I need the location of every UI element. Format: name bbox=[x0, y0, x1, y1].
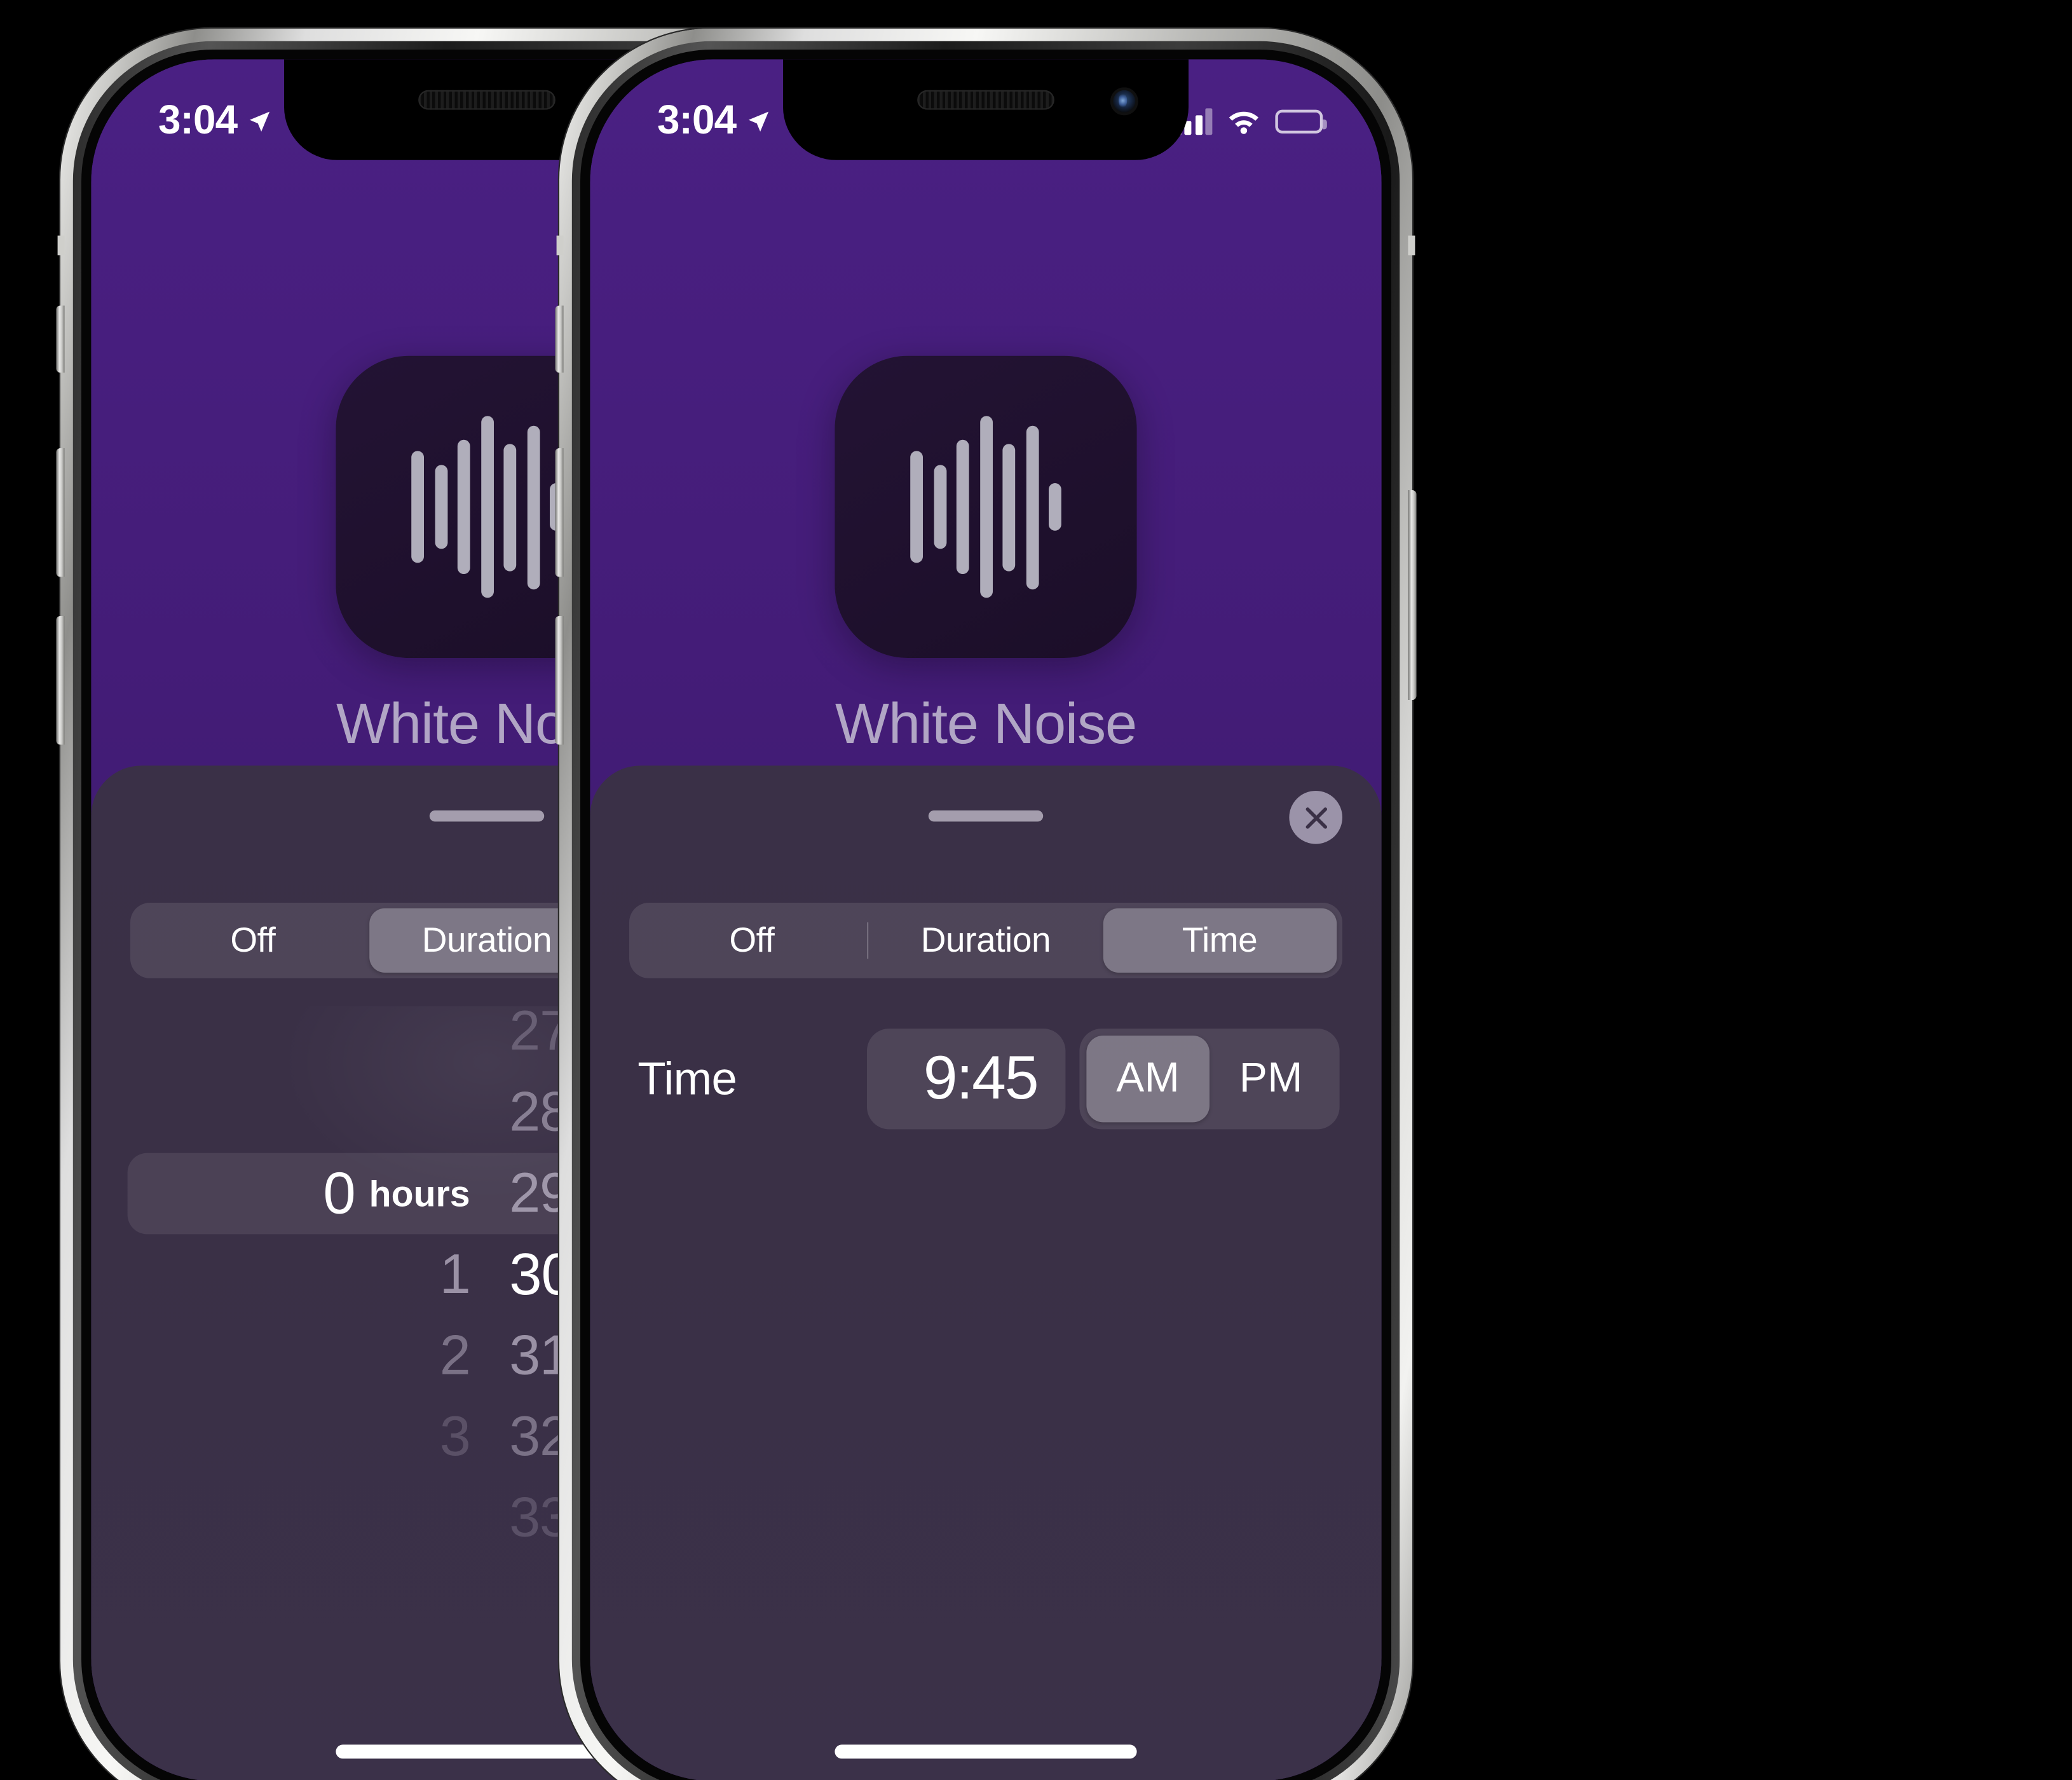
wifi-icon bbox=[1229, 111, 1259, 134]
status-bar-left: 3:04 bbox=[158, 98, 273, 144]
tab-duration-label: Duration bbox=[920, 920, 1051, 960]
picker-row[interactable]: 1 bbox=[91, 1234, 487, 1315]
status-bar-clock: 3:04 bbox=[158, 97, 238, 143]
tab-time-label: Time bbox=[1182, 920, 1258, 960]
location-arrow-icon bbox=[749, 111, 770, 131]
antenna-band bbox=[57, 235, 65, 256]
status-bar-clock: 3:04 bbox=[657, 97, 737, 143]
time-setting-row: Time 9:45 AM PM bbox=[637, 1029, 1340, 1130]
tab-duration[interactable]: Duration bbox=[869, 908, 1103, 973]
tab-off[interactable]: Off bbox=[136, 908, 370, 973]
device-screen-time: 3:04 White Noise Off Duration Time Time … bbox=[590, 59, 1382, 1780]
picker-row-label: 3 bbox=[439, 1405, 471, 1467]
close-button[interactable] bbox=[1289, 791, 1342, 844]
volume-down-button[interactable] bbox=[56, 616, 65, 745]
time-input[interactable]: 9:45 bbox=[867, 1029, 1066, 1130]
tab-duration-label: Duration bbox=[421, 920, 552, 960]
volume-down-button[interactable] bbox=[555, 616, 564, 745]
status-bar-right bbox=[1173, 107, 1327, 135]
waveform-icon bbox=[411, 416, 562, 598]
picker-row[interactable]: 2 bbox=[91, 1315, 487, 1397]
waveform-icon bbox=[910, 416, 1061, 598]
meridiem-toggle[interactable]: AM PM bbox=[1079, 1029, 1340, 1130]
tab-off[interactable]: Off bbox=[635, 908, 869, 973]
close-icon bbox=[1305, 807, 1326, 828]
time-controls: 9:45 AM PM bbox=[867, 1029, 1340, 1130]
phone-device-time: 3:04 White Noise Off Duration Time Time … bbox=[555, 29, 1417, 1780]
sheet-drag-handle[interactable] bbox=[429, 810, 545, 822]
screenshot-canvas: 3:04 White Noise Off Duration 0 hours 1 … bbox=[0, 0, 2072, 1780]
page-title: White Noise bbox=[835, 691, 1137, 756]
volume-up-button[interactable] bbox=[555, 448, 564, 577]
antenna-band bbox=[1408, 235, 1415, 256]
picker-row-label: 2 bbox=[439, 1324, 471, 1386]
picker-column-hours[interactable]: 0 hours 1 2 3 bbox=[91, 1006, 487, 1780]
timer-mode-segmented-control[interactable]: Off Duration Time bbox=[629, 903, 1342, 978]
meridiem-option-pm[interactable]: PM bbox=[1210, 1036, 1333, 1122]
power-button[interactable] bbox=[1408, 490, 1417, 700]
hours-value: 0 bbox=[323, 1160, 355, 1226]
volume-up-button[interactable] bbox=[56, 448, 65, 577]
picker-row-selected: 0 hours bbox=[91, 1153, 487, 1235]
tab-time[interactable]: Time bbox=[1103, 908, 1337, 973]
location-arrow-icon bbox=[250, 111, 271, 131]
mute-switch-button[interactable] bbox=[56, 305, 65, 373]
mute-switch-button[interactable] bbox=[555, 305, 564, 373]
time-label: Time bbox=[637, 1052, 737, 1104]
home-indicator[interactable] bbox=[835, 1744, 1137, 1759]
picker-row-label: 1 bbox=[439, 1243, 471, 1305]
hours-unit: hours bbox=[369, 1172, 470, 1214]
status-bar-left: 3:04 bbox=[657, 98, 772, 144]
meridiem-option-am[interactable]: AM bbox=[1086, 1036, 1210, 1123]
device-notch bbox=[783, 59, 1189, 160]
antenna-band bbox=[556, 235, 564, 256]
app-icon-white-noise[interactable] bbox=[835, 355, 1137, 658]
timer-sheet: Off Duration Time Time 9:45 AM PM bbox=[590, 765, 1382, 1780]
tab-off-label: Off bbox=[729, 920, 775, 960]
picker-row[interactable]: 3 bbox=[91, 1397, 487, 1478]
tab-off-label: Off bbox=[230, 920, 276, 960]
earpiece-speaker-icon bbox=[418, 90, 555, 110]
battery-icon bbox=[1275, 109, 1327, 133]
front-camera-icon bbox=[1110, 87, 1138, 116]
sheet-drag-handle[interactable] bbox=[928, 810, 1044, 822]
earpiece-speaker-icon bbox=[917, 90, 1054, 110]
